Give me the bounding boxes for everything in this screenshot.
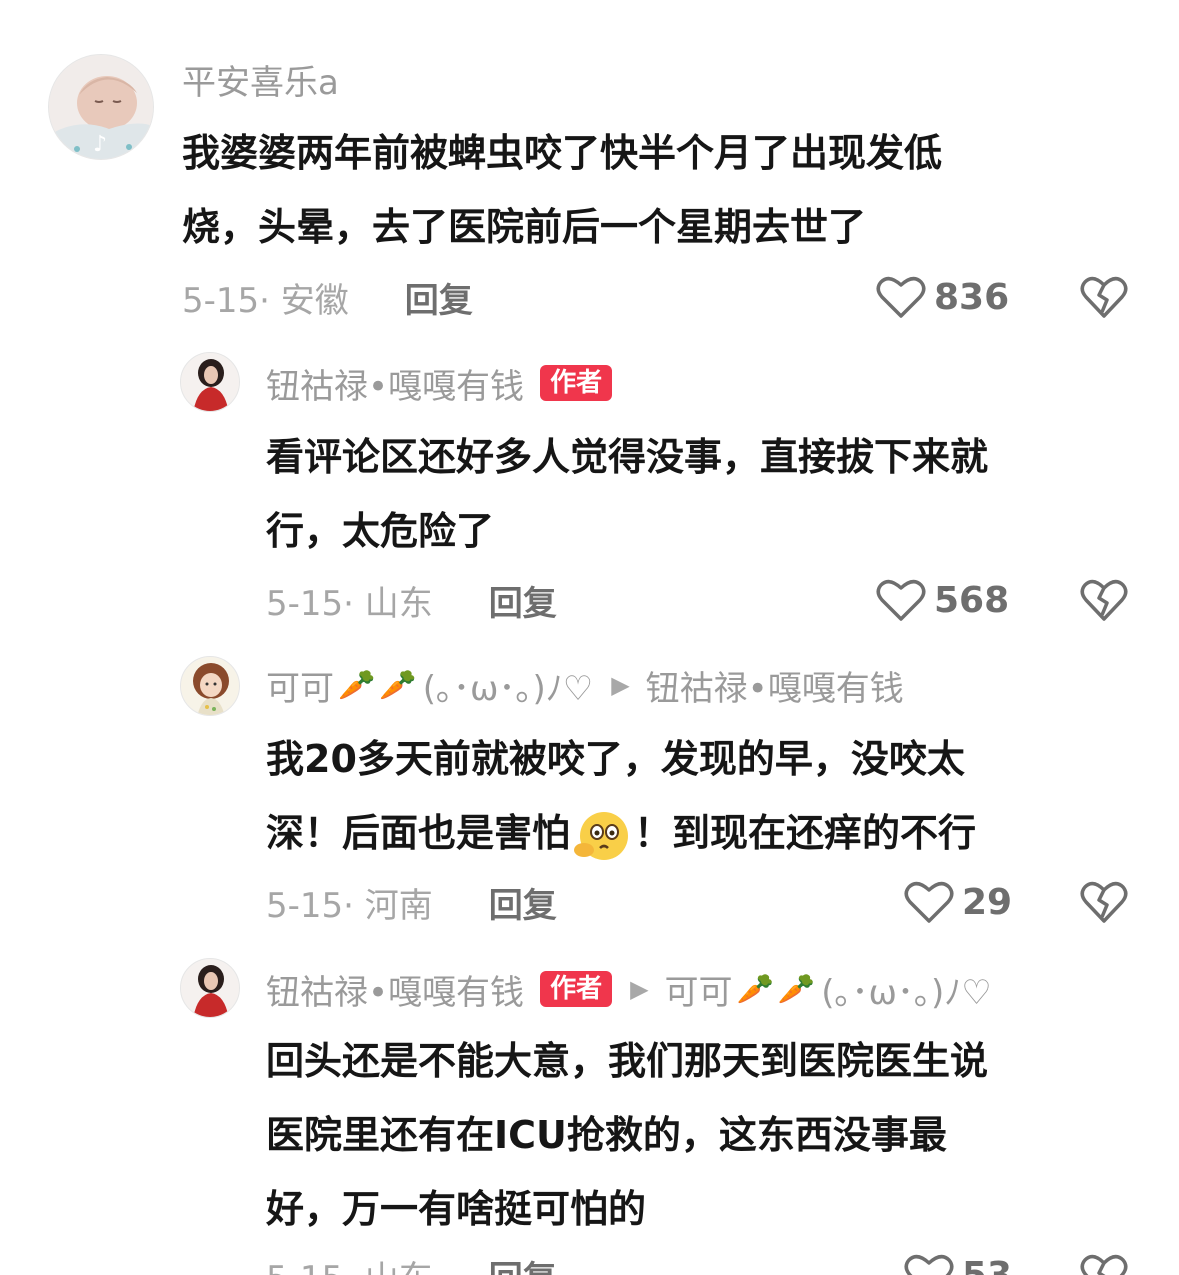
triangle-right-icon: ▶ [611, 671, 630, 699]
username[interactable]: 可可 [266, 661, 334, 710]
comment-text-line: 行，太危险了 [266, 509, 495, 553]
comment-text-line: 好，万一有啥挺可怕的 [266, 1187, 647, 1231]
comment-text-line: 回头还是不能大意，我们那天到医院医生说 [266, 1039, 989, 1083]
heart-outline-icon [904, 1254, 954, 1275]
comment-header: 钮祜禄•嘎嘎有钱 作者 [266, 359, 613, 408]
comment-header: 钮祜禄•嘎嘎有钱 作者 ▶ 可可 🥕 🥕 (｡･ω･｡)ﾉ♡ [266, 965, 992, 1014]
avatar[interactable] [180, 352, 240, 412]
like-count: 29 [962, 881, 1013, 923]
username-suffix: (｡･ω･｡)ﾉ♡ [821, 972, 992, 1013]
username[interactable]: 钮祜禄•嘎嘎有钱 [266, 965, 524, 1014]
like-button[interactable]: 29 [904, 879, 1012, 925]
svg-text:♪: ♪ [93, 132, 107, 157]
reply-to-username[interactable]: 钮祜禄•嘎嘎有钱 [646, 661, 904, 710]
comment-text-line: 深！后面也是害怕 ！到现在还痒的不行 [266, 796, 976, 870]
comment-header: 平安喜乐a [182, 55, 339, 104]
broken-heart-icon [1080, 579, 1128, 621]
like-count: 568 [934, 579, 1010, 621]
comment-text-segment: 深！后面也是害怕 [266, 811, 571, 855]
worried-face-emoji [574, 811, 629, 860]
comment-header: 可可 🥕 🥕 (｡･ω･｡)ﾉ♡ ▶ 钮祜禄•嘎嘎有钱 [266, 661, 904, 710]
comment-meta: 5-15· 山东 回复 [266, 1252, 557, 1275]
carrot-emoji: 🥕 [736, 971, 774, 1007]
heart-outline-icon [876, 276, 926, 318]
comment-text: 回头还是不能大意，我们那天到医院医生说 医院里还有在ICU抢救的，这东西没事最 … [266, 1024, 988, 1246]
carrot-emoji: 🥕 [338, 667, 376, 703]
reply-button[interactable]: 回复 [489, 576, 557, 625]
avatar[interactable] [180, 656, 240, 716]
date-location: 5-15· 山东 [266, 583, 433, 624]
like-count: 836 [934, 276, 1010, 318]
date-location: 5-15· 山东 [266, 1251, 433, 1275]
author-badge: 作者 [540, 365, 613, 401]
dislike-button[interactable] [1080, 274, 1128, 324]
comment-text-line: 我20多天前就被咬了，发现的早，没咬太 [266, 737, 965, 781]
comment-text-line: 看评论区还好多人觉得没事，直接拔下来就 [266, 435, 989, 479]
broken-heart-icon [1080, 1254, 1128, 1275]
triangle-right-icon: ▶ [630, 975, 649, 1003]
comment-text-segment: ！到现在还痒的不行 [634, 811, 977, 855]
username[interactable]: 平安喜乐a [182, 55, 339, 104]
dislike-button[interactable] [1080, 879, 1128, 929]
comment-text: 我20多天前就被咬了，发现的早，没咬太 深！后面也是害怕 ！到现在还痒的不行 [266, 722, 976, 870]
like-button[interactable]: 568 [876, 577, 1009, 623]
date-location: 5-15· 安徽 [182, 280, 349, 321]
like-count: 53 [962, 1254, 1013, 1275]
avatar[interactable]: ♪ [48, 54, 154, 160]
carrot-emoji: 🥕 [379, 667, 417, 703]
comment-thread: ♪ 平安喜乐a 我婆婆两年前被蜱虫咬了快半个月了出现发低 烧，头晕，去了医院前后… [0, 0, 1179, 1275]
comment-meta: 5-15· 河南 回复 [266, 878, 557, 927]
avatar[interactable] [180, 958, 240, 1018]
reply-button[interactable]: 回复 [489, 1251, 557, 1275]
comment-text-line: 医院里还有在ICU抢救的，这东西没事最 [266, 1113, 947, 1157]
username-suffix: (｡･ω･｡)ﾉ♡ [422, 668, 594, 709]
dislike-button[interactable] [1080, 1252, 1128, 1275]
author-badge: 作者 [540, 971, 613, 1007]
comment-meta: 5-15· 山东 回复 [266, 576, 557, 625]
username[interactable]: 钮祜禄•嘎嘎有钱 [266, 359, 524, 408]
heart-outline-icon [904, 881, 954, 923]
like-button[interactable]: 53 [904, 1252, 1012, 1275]
date-location: 5-15· 河南 [266, 885, 433, 926]
like-button[interactable]: 836 [876, 274, 1009, 320]
broken-heart-icon [1080, 276, 1128, 318]
comment-text: 我婆婆两年前被蜱虫咬了快半个月了出现发低 烧，头晕，去了医院前后一个星期去世了 [182, 116, 942, 264]
comment-text-line: 我婆婆两年前被蜱虫咬了快半个月了出现发低 [182, 131, 943, 175]
carrot-emoji: 🥕 [777, 971, 816, 1007]
heart-outline-icon [876, 579, 926, 621]
reply-to-username[interactable]: 可可 [665, 965, 733, 1014]
reply-button[interactable]: 回复 [489, 878, 557, 927]
comment-meta: 5-15· 安徽 回复 [182, 273, 473, 322]
reply-button[interactable]: 回复 [405, 273, 473, 322]
dislike-button[interactable] [1080, 577, 1128, 627]
comment-text-line: 烧，头晕，去了医院前后一个星期去世了 [182, 205, 867, 249]
broken-heart-icon [1080, 881, 1128, 923]
comment-text: 看评论区还好多人觉得没事，直接拔下来就 行，太危险了 [266, 420, 988, 568]
